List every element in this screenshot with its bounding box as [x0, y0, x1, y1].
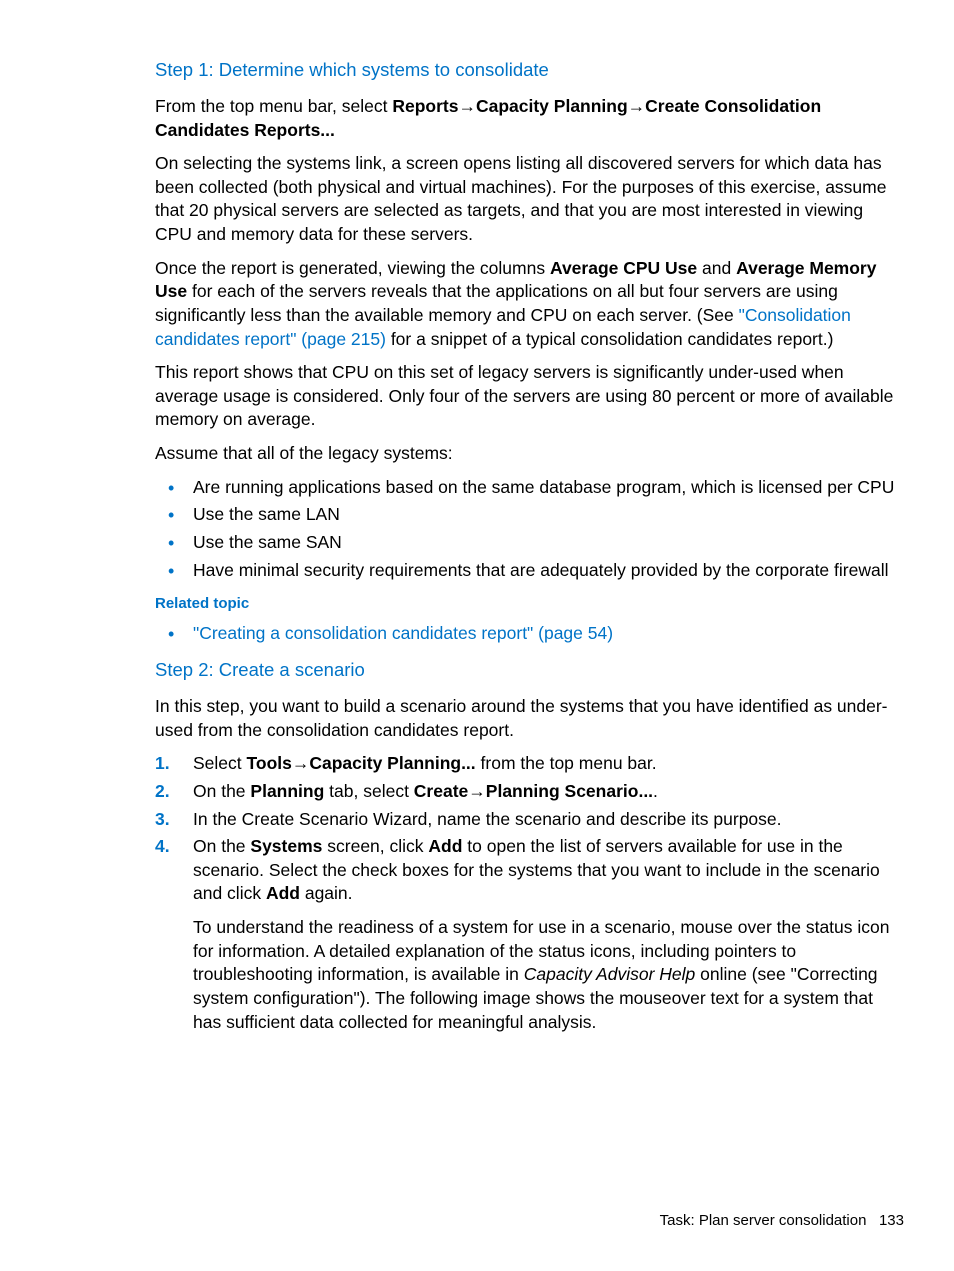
page-number: 133 — [879, 1212, 904, 1229]
step-2-heading: Step 2: Create a scenario — [155, 658, 904, 683]
text: for a snippet of a typical consolidation… — [386, 329, 833, 349]
step-1-heading: Step 1: Determine which systems to conso… — [155, 58, 904, 83]
footer-text: Task: Plan server consolidation — [660, 1212, 867, 1229]
text: . — [653, 781, 658, 801]
related-topic-heading: Related topic — [155, 594, 904, 614]
bold-text: Reports — [392, 96, 458, 116]
list-item-sub-paragraph: To understand the readiness of a system … — [193, 916, 904, 1034]
bold-text: Add — [428, 836, 462, 856]
bold-text: Average CPU Use — [550, 258, 697, 278]
step-2-numbered-list: Select Tools→Capacity Planning... from t… — [155, 752, 904, 1034]
bold-text: Systems — [250, 836, 322, 856]
arrow-icon: → — [468, 781, 486, 801]
step-1-paragraph-3: Once the report is generated, viewing th… — [155, 257, 904, 352]
text: again. — [300, 883, 353, 903]
text: and — [697, 258, 736, 278]
text: On the — [193, 836, 250, 856]
list-item: Select Tools→Capacity Planning... from t… — [155, 752, 904, 776]
bold-text: Planning Scenario... — [486, 781, 653, 801]
step-1-bullet-list: Are running applications based on the sa… — [155, 476, 904, 583]
list-item: Have minimal security requirements that … — [155, 559, 904, 583]
list-item: "Creating a consolidation candidates rep… — [155, 622, 904, 646]
step-1-paragraph-4: This report shows that CPU on this set o… — [155, 361, 904, 432]
page-footer: Task: Plan server consolidation 133 — [660, 1211, 904, 1231]
document-page: Step 1: Determine which systems to conso… — [0, 0, 954, 1034]
step-1-paragraph-2: On selecting the systems link, a screen … — [155, 152, 904, 247]
bold-text: Add — [266, 883, 300, 903]
arrow-icon: → — [458, 96, 476, 116]
list-item: Are running applications based on the sa… — [155, 476, 904, 500]
arrow-icon: → — [628, 96, 646, 116]
text: tab, select — [324, 781, 414, 801]
text: Once the report is generated, viewing th… — [155, 258, 550, 278]
text: On the — [193, 781, 250, 801]
text: from the top menu bar. — [476, 753, 657, 773]
link-creating-report[interactable]: "Creating a consolidation candidates rep… — [193, 623, 613, 643]
bold-text: Capacity Planning... — [309, 753, 475, 773]
step-1-paragraph-menu: From the top menu bar, select Reports→Ca… — [155, 95, 904, 142]
text: screen, click — [322, 836, 428, 856]
arrow-icon: → — [292, 753, 310, 773]
step-1-paragraph-5: Assume that all of the legacy systems: — [155, 442, 904, 466]
list-item: On the Systems screen, click Add to open… — [155, 835, 904, 1034]
list-item: On the Planning tab, select Create→Plann… — [155, 780, 904, 804]
step-2-paragraph-1: In this step, you want to build a scenar… — [155, 695, 904, 742]
list-item: Use the same SAN — [155, 531, 904, 555]
bold-text: Capacity Planning — [476, 96, 628, 116]
text: From the top menu bar, select — [155, 96, 392, 116]
list-item: In the Create Scenario Wizard, name the … — [155, 808, 904, 832]
italic-text: Capacity Advisor Help — [524, 964, 696, 984]
related-topic-list: "Creating a consolidation candidates rep… — [155, 622, 904, 646]
text: for each of the servers reveals that the… — [155, 281, 838, 325]
bold-text: Tools — [247, 753, 292, 773]
bold-text: Create — [414, 781, 468, 801]
list-item: Use the same LAN — [155, 503, 904, 527]
text: Select — [193, 753, 247, 773]
bold-text: Planning — [250, 781, 324, 801]
